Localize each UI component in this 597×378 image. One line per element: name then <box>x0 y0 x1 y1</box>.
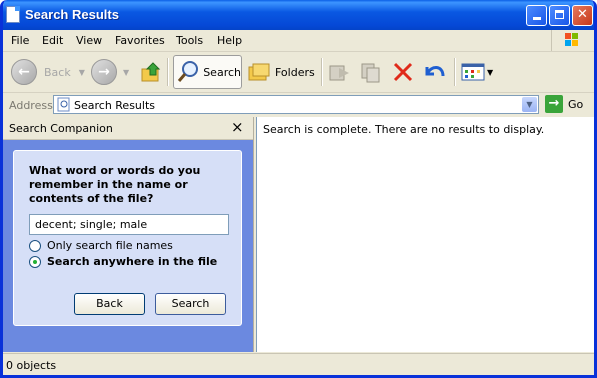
go-label: Go <box>568 97 584 111</box>
windows-logo <box>551 30 592 51</box>
address-dropdown-icon[interactable]: ▼ <box>522 97 537 112</box>
search-button[interactable]: Search <box>173 55 242 89</box>
copy-to-button[interactable] <box>359 55 383 89</box>
forward-arrow-icon: → <box>91 59 117 85</box>
back-button[interactable]: ← Back ▼ <box>11 55 85 89</box>
search-icon <box>177 61 198 82</box>
go-arrow-icon: → <box>545 95 563 113</box>
copy-to-icon <box>361 63 380 83</box>
back-arrow-icon: ← <box>11 59 37 85</box>
radio-label: Only search file names <box>47 239 173 252</box>
search-results-icon <box>57 97 70 112</box>
search-button-label: Search <box>203 65 241 79</box>
search-companion-pane: Search Companion × What word or words do… <box>3 117 254 352</box>
forward-button[interactable]: → ▼ <box>91 55 129 89</box>
results-message: Search is complete. There are no results… <box>263 123 545 136</box>
windows-flag-icon <box>565 33 579 47</box>
delete-icon <box>393 62 413 82</box>
menu-edit[interactable]: Edit <box>42 34 63 47</box>
address-field[interactable]: Search Results ▼ <box>53 95 539 114</box>
forward-dropdown-icon[interactable]: ▼ <box>123 68 129 77</box>
go-button[interactable]: → Go <box>545 95 583 113</box>
minimize-button[interactable] <box>526 5 547 26</box>
back-label: Back <box>44 65 71 79</box>
toolbar-separator <box>454 58 456 86</box>
window-title: Search Results <box>25 7 119 22</box>
search-results-window-icon <box>6 6 20 23</box>
toolbar: ← Back ▼ → ▼ Search Folders ▼ <box>3 52 594 93</box>
up-folder-button[interactable] <box>140 55 162 89</box>
search-words-input[interactable]: decent; single; male <box>29 214 229 235</box>
move-to-icon <box>329 65 349 81</box>
address-bar: Address Search Results ▼ → Go <box>3 93 594 116</box>
menu-favorites[interactable]: Favorites <box>115 34 165 47</box>
views-dropdown-icon[interactable]: ▼ <box>487 68 493 77</box>
delete-button[interactable] <box>392 55 414 89</box>
maximize-button[interactable] <box>549 5 570 26</box>
menu-view[interactable]: View <box>76 34 102 47</box>
address-label: Address <box>9 99 53 112</box>
radio-button-selected[interactable] <box>29 255 41 268</box>
title-bar[interactable]: Search Results ✕ <box>3 0 594 30</box>
run-search-button[interactable]: Search <box>155 293 226 315</box>
views-button[interactable]: ▼ <box>461 55 493 89</box>
undo-icon <box>425 66 445 77</box>
folders-icon <box>248 63 270 81</box>
status-text: 0 objects <box>6 359 57 372</box>
menu-bar: File Edit View Favorites Tools Help <box>3 30 594 52</box>
menu-file[interactable]: File <box>11 34 29 47</box>
results-pane: Search is complete. There are no results… <box>256 117 594 352</box>
close-button[interactable]: ✕ <box>572 5 593 26</box>
menu-help[interactable]: Help <box>217 34 242 47</box>
back-dropdown-icon[interactable]: ▼ <box>79 68 85 77</box>
radio-label: Search anywhere in the file <box>47 255 218 268</box>
radio-button[interactable] <box>29 239 41 252</box>
folders-button-label: Folders <box>275 65 315 79</box>
toolbar-separator <box>321 58 323 86</box>
close-pane-icon[interactable]: × <box>231 118 244 136</box>
search-companion-header: Search Companion × <box>3 117 253 140</box>
back-search-button[interactable]: Back <box>74 293 145 315</box>
move-to-button[interactable] <box>327 55 351 89</box>
explorer-window: Search Results ✕ File Edit View Favorite… <box>0 0 597 378</box>
undo-button[interactable] <box>423 55 447 89</box>
up-folder-icon <box>141 62 161 82</box>
search-companion-title: Search Companion <box>9 122 113 135</box>
radio-anywhere-in-file[interactable]: Search anywhere in the file <box>29 255 217 268</box>
search-panel: What word or words do you remember in th… <box>13 150 242 326</box>
views-icon <box>461 63 485 81</box>
status-bar: 0 objects <box>3 353 594 375</box>
folders-button[interactable]: Folders <box>247 55 315 89</box>
address-value: Search Results <box>74 99 156 112</box>
menu-tools[interactable]: Tools <box>176 34 203 47</box>
radio-only-file-names[interactable]: Only search file names <box>29 239 173 252</box>
toolbar-separator <box>167 58 169 86</box>
search-question: What word or words do you remember in th… <box>29 164 201 205</box>
